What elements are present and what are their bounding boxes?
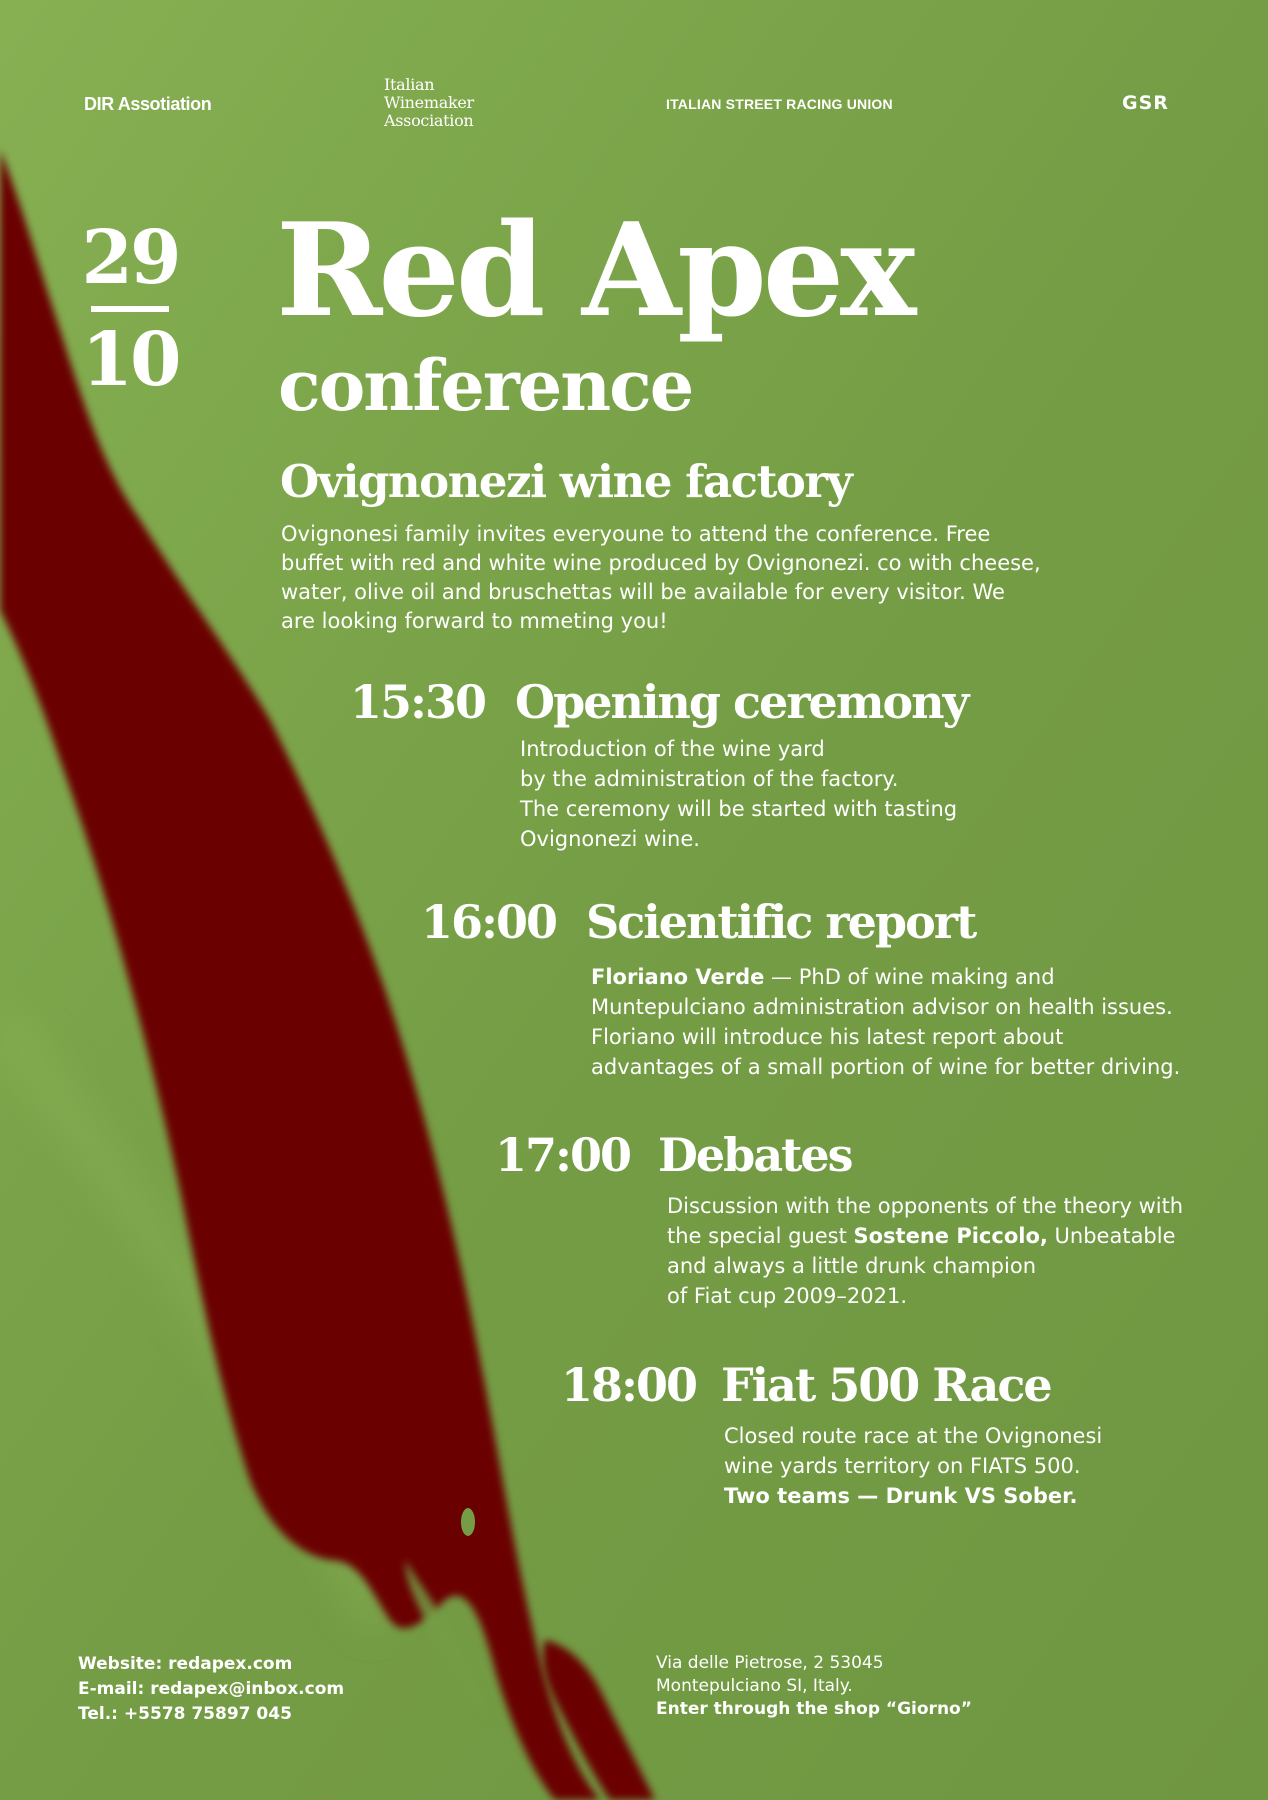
org-winemaker-line: Italian xyxy=(384,75,435,94)
guest-description: Unbeatable xyxy=(1047,1224,1176,1248)
description-line: Closed route race at the Ovignonesi xyxy=(724,1424,1103,1448)
org-winemaker-line: Association xyxy=(384,111,474,130)
schedule-name: Fiat 500 Race xyxy=(721,1358,1053,1412)
description-line: Ovignonezi wine. xyxy=(520,827,700,851)
date-month: 10 xyxy=(81,317,182,403)
description-line: the special guest Sostene Piccolo, Unbea… xyxy=(667,1221,1183,1251)
schedule-description: Floriano Verde — PhD of wine making and … xyxy=(591,962,1180,1082)
event-date: 29 10 xyxy=(80,215,182,403)
address-line: Via delle Pietrose, 2 53045 xyxy=(656,1653,884,1673)
description-line: Two teams — Drunk VS Sober. xyxy=(724,1481,1102,1511)
schedule-name: Debates xyxy=(658,1128,854,1182)
org-gsr: GSR xyxy=(1122,92,1169,114)
description-line: Floriano Verde — PhD of wine making and xyxy=(591,962,1180,992)
speaker-title: — PhD of wine making and xyxy=(764,965,1055,989)
description-line: Floriano will introduce his latest repor… xyxy=(591,1025,1064,1049)
schedule-name: Scientific report xyxy=(586,895,977,949)
description-line: and always a little drunk champion xyxy=(667,1254,1037,1278)
venue-description: Ovignonesi family invites everyoune to a… xyxy=(281,522,1041,633)
schedule-description: Discussion with the opponents of the the… xyxy=(667,1191,1183,1311)
date-day: 29 xyxy=(81,215,182,301)
org-street-racing-union: ITALIAN STREET RACING UNION xyxy=(666,96,893,112)
description-line: wine yards territory on FIATS 500. xyxy=(724,1454,1081,1478)
schedule-description: Introduction of the wine yard by the adm… xyxy=(520,734,957,854)
schedule-time: 16:00 xyxy=(421,895,558,949)
schedule-name: Opening ceremony xyxy=(515,675,969,729)
description-line: Muntepulciano administration advisor on … xyxy=(591,995,1173,1019)
date-divider xyxy=(91,306,169,312)
description-line: by the administration of the factory. xyxy=(520,767,899,791)
venue-address: Via delle Pietrose, 2 53045 Montepulcian… xyxy=(656,1652,972,1721)
schedule-time: 15:30 xyxy=(350,675,487,729)
org-winemaker-association: Italian Winemaker Association xyxy=(384,76,474,130)
org-winemaker-line: Winemaker xyxy=(384,93,474,112)
event-subtitle: conference xyxy=(278,344,694,427)
venue-title: Ovignonezi wine factory xyxy=(280,455,853,508)
schedule-time: 17:00 xyxy=(495,1128,632,1182)
schedule-time: 18:00 xyxy=(561,1358,698,1412)
address-line: Montepulciano SI, Italy. xyxy=(656,1676,853,1696)
description-line: of Fiat cup 2009–2021. xyxy=(667,1284,908,1308)
org-dir-association: DIR Assotiation xyxy=(84,94,212,114)
event-title: Red Apex xyxy=(276,196,916,346)
contact-info: Website: redapex.com E-mail: redapex@inb… xyxy=(78,1652,344,1727)
description-line: advantages of a small portion of wine fo… xyxy=(591,1055,1181,1079)
email-text: E-mail: redapex@inbox.com xyxy=(78,1679,345,1699)
schedule-description: Closed route race at the Ovignonesi wine… xyxy=(724,1421,1102,1511)
guest-name: Sostene Piccolo, xyxy=(853,1224,1048,1248)
description-line: Discussion with the opponents of the the… xyxy=(667,1194,1184,1218)
phone-text: Tel.: +5578 75897 045 xyxy=(78,1704,292,1724)
guest-intro: the special guest xyxy=(667,1224,854,1248)
address-entrance: Enter through the shop “Giorno” xyxy=(656,1699,972,1719)
description-line: Introduction of the wine yard xyxy=(520,737,825,761)
description-line: The ceremony will be started with tastin… xyxy=(520,797,958,821)
website-text: Website: redapex.com xyxy=(78,1654,293,1674)
speaker-name: Floriano Verde xyxy=(591,965,765,989)
event-poster: DIR Assotiation Italian Winemaker Associ… xyxy=(0,0,1268,1800)
race-teams: Two teams — Drunk VS Sober. xyxy=(724,1484,1078,1508)
